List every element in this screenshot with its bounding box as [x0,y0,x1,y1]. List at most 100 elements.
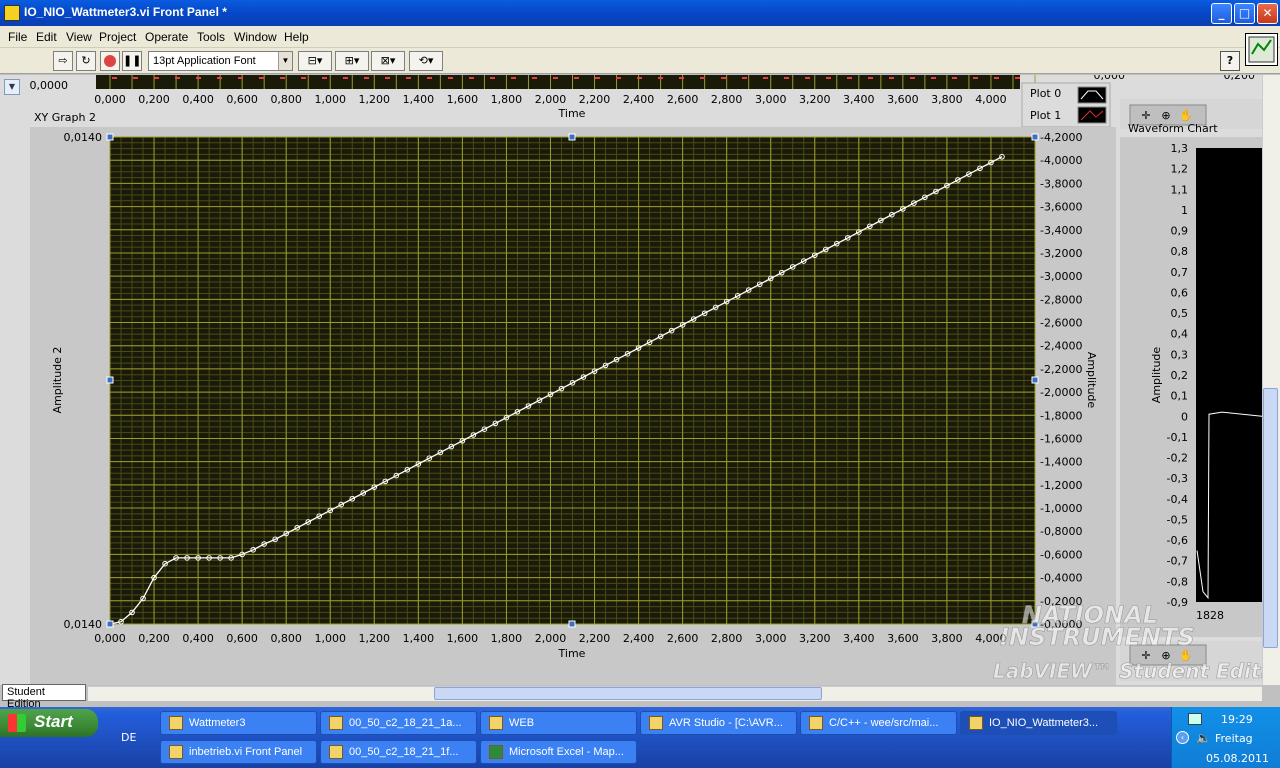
distribute-objects-icon[interactable]: ⊞▾ [335,51,369,71]
task-avr-studio[interactable]: AVR Studio - [C:\AVR... [640,711,797,735]
language-indicator[interactable]: DE [121,731,136,744]
task-eclipse[interactable]: C/C++ - wee/src/mai... [800,711,957,735]
top-graph-y-tick: 0,0000 [30,79,69,92]
reorder-icon[interactable]: ⟲▾ [409,51,443,71]
task-excel[interactable]: Microsoft Excel - Map... [480,740,637,764]
align-objects-icon[interactable]: ⊟▾ [298,51,332,71]
top-graph-x-label: Time [558,107,586,120]
top-graph-x-tick: 3,200 [799,93,831,106]
xy-graph-right-tick: -2,6000 [1040,317,1082,330]
waveform-y-tick: 0,3 [1171,348,1189,361]
selection-handle [106,376,114,384]
avr-studio-icon [649,716,663,730]
network-icon[interactable] [1188,713,1202,725]
top-graph-trace-mark [238,77,243,79]
waveform-y-tick: -0,1 [1167,431,1188,444]
task-io-nio-wattmeter[interactable]: IO_NIO_Wattmeter3... [960,711,1117,735]
context-help-button[interactable]: ? [1220,51,1240,71]
waveform-y-tick: 1,2 [1171,163,1189,176]
eclipse-icon [809,716,823,730]
top-graph-x-tick: 1,800 [491,93,523,106]
maximize-button[interactable]: □ [1234,3,1255,24]
chevron-down-icon: ▼ [278,52,292,70]
xy-graph-right-tick: -0,6000 [1040,548,1082,561]
run-arrow-icon[interactable]: ⇨ [53,51,73,71]
window-title: IO_NIO_Wattmeter3.vi Front Panel * [24,5,227,19]
top-graph-x-tick: 1,000 [314,93,346,106]
waveform-y-tick: 0,4 [1171,328,1189,341]
xy-graph-left-tick: 0,0140 [64,131,103,144]
xy-graph-right-tick: -1,6000 [1040,432,1082,445]
run-continuously-icon[interactable]: ↻ [76,51,96,71]
task-label: inbetrieb.vi Front Panel [189,746,303,758]
top-graph-trace-mark [616,77,621,79]
menu-project[interactable]: Project [99,30,136,44]
top-graph-x-tick: 3,400 [843,93,875,106]
task-label: C/C++ - wee/src/mai... [829,717,939,729]
resize-objects-icon[interactable]: ⊠▾ [371,51,405,71]
minimize-button[interactable]: _ [1211,3,1232,24]
selection-handle [568,620,576,628]
clock-time[interactable]: 19:29 [1221,713,1253,726]
task-inbetrieb[interactable]: inbetrieb.vi Front Panel [160,740,317,764]
abort-icon[interactable] [100,51,120,71]
top-graph-trace-mark [784,77,789,79]
xy-graph-left-tick: 0,0140 [64,618,103,631]
close-button[interactable]: ✕ [1257,3,1278,24]
xy-graph-x-tick: 3,800 [931,632,963,645]
top-graph-x-tick: 4,000 [975,93,1007,106]
menu-window[interactable]: Window [234,30,277,44]
top-graph-x-tick: 0,600 [226,93,258,106]
xy-graph-right-tick: -1,0000 [1040,502,1082,515]
xy-graph-right-tick: -2,8000 [1040,293,1082,306]
waveform-x-start: 1828 [1196,609,1224,622]
xy-graph-x-tick: 1,400 [403,632,435,645]
legend-plot-0: Plot 0 [1030,87,1061,100]
task-image-1f[interactable]: 00_50_c2_18_21_1f... [320,740,477,764]
vi-connector-icon[interactable] [1245,33,1278,66]
top-graph-x-tick: 1,600 [447,93,479,106]
menu-file[interactable]: File [8,30,27,44]
xy-graph-left-axis-label: Amplitude 2 [51,347,64,414]
xy-graph-x-tick: 3,400 [843,632,875,645]
task-label: 00_50_c2_18_21_1f... [349,746,459,758]
xy-graph-x-tick: 2,200 [579,632,611,645]
chevron-left-icon[interactable]: ‹ [1176,731,1189,744]
top-graph-trace-mark [490,77,495,79]
pause-icon[interactable]: ❚❚ [122,51,142,71]
menu-tools[interactable]: Tools [197,30,225,44]
top-graph-x-tick: 0,000 [94,93,126,106]
task-label: 00_50_c2_18_21_1a... [349,717,462,729]
speaker-icon[interactable]: 🔈 [1196,731,1211,745]
top-graph-trace-mark [973,77,978,79]
waveform-y-tick: -0,4 [1167,493,1188,506]
xy-graph-right-tick: -3,2000 [1040,247,1082,260]
task-wattmeter3[interactable]: Wattmeter3 [160,711,317,735]
menu-bar: File Edit View Project Operate Tools Win… [0,26,1280,48]
menu-edit[interactable]: Edit [36,30,57,44]
task-web[interactable]: WEB [480,711,637,735]
xy-graph-x-tick: 2,800 [711,632,743,645]
horizontal-scroll-thumb[interactable] [434,687,822,700]
xy-graph-right-tick: -3,0000 [1040,270,1082,283]
task-label: WEB [509,717,535,729]
top-graph-trace-mark [910,77,915,79]
top-graph-trace-mark [637,77,642,79]
menu-operate[interactable]: Operate [145,30,188,44]
xy-graph-right-axis-label: Amplitude [1085,352,1098,409]
waveform-y-tick: -0,6 [1167,534,1188,547]
font-select[interactable]: 13pt Application Font ▼ [148,51,293,71]
waveform-y-tick: 1,1 [1171,183,1189,196]
task-image-1a[interactable]: 00_50_c2_18_21_1a... [320,711,477,735]
top-graph-trace-mark [322,77,327,79]
menu-help[interactable]: Help [284,30,309,44]
top-graph-trace-mark [1015,77,1020,79]
vertical-scroll-thumb[interactable] [1263,388,1278,648]
menu-view[interactable]: View [66,30,92,44]
xy-graph-right-tick: -4,0000 [1040,154,1082,167]
task-label: Wattmeter3 [189,717,246,729]
legend-plot-1: Plot 1 [1030,109,1061,122]
top-graph-trace-mark [301,77,306,79]
xy-graph-right-tick: -4,2000 [1040,131,1082,144]
xy-graph-x-tick: 1,000 [314,632,346,645]
